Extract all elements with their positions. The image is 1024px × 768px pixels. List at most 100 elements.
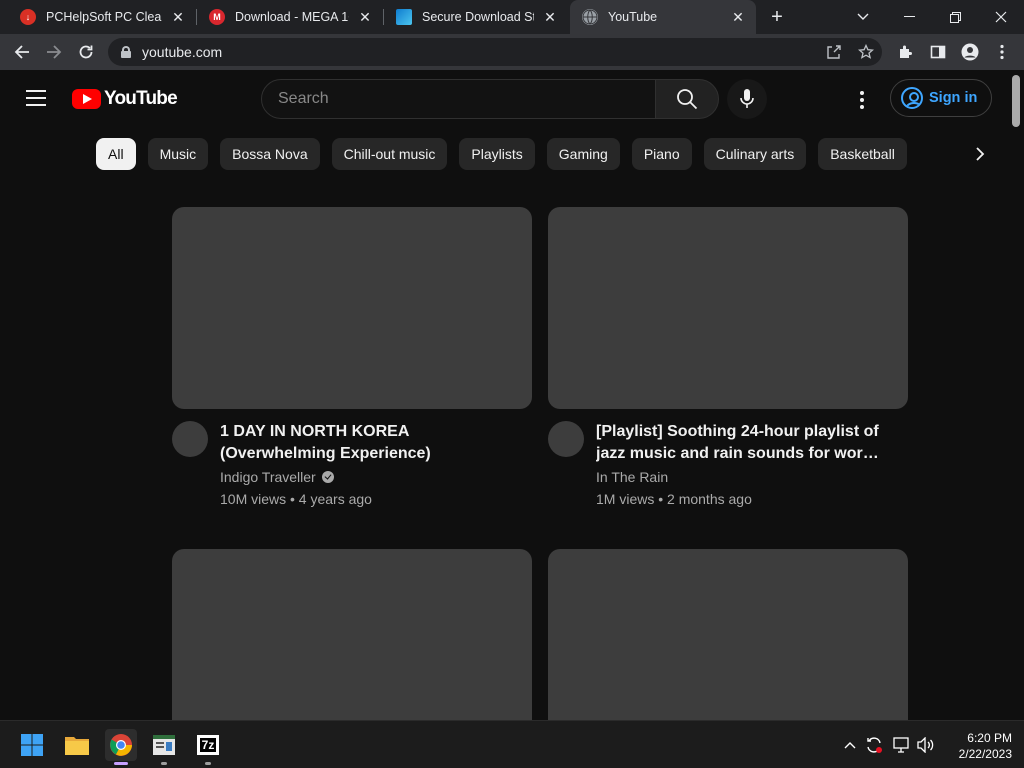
address-bar[interactable]: youtube.com	[108, 38, 882, 66]
close-icon[interactable]: ✕	[357, 9, 373, 25]
extensions-puzzle-icon[interactable]	[896, 42, 916, 62]
video-title[interactable]: [Playlist] Soothing 24-hour playlist of …	[596, 421, 886, 465]
search-icon	[677, 89, 698, 110]
chip-music[interactable]: Music	[147, 138, 209, 170]
mega-favicon-icon: M	[209, 9, 225, 25]
chips-next-chevron-icon[interactable]	[966, 138, 994, 170]
search-button[interactable]	[655, 79, 719, 119]
close-icon[interactable]: ✕	[542, 9, 558, 25]
channel-avatar[interactable]	[548, 421, 584, 457]
file-explorer-button[interactable]	[61, 729, 93, 761]
youtube-logo-text: YouTube	[104, 88, 178, 109]
tab-secure-download[interactable]: Secure Download Storage ✕	[384, 0, 568, 34]
page-scrollbar[interactable]	[1012, 75, 1020, 127]
chip-all[interactable]: All	[96, 138, 136, 170]
settings-more-icon[interactable]	[850, 88, 874, 112]
folder-icon	[65, 737, 89, 755]
sign-in-button[interactable]: Sign in	[890, 79, 992, 117]
clock-time: 6:20 PM	[967, 731, 1012, 745]
running-app-indicator	[205, 762, 211, 765]
video-stats: 1M views • 2 months ago	[596, 491, 752, 507]
video-channel[interactable]: In The Rain	[596, 469, 886, 485]
voice-search-button[interactable]	[727, 79, 767, 119]
address-url: youtube.com	[142, 44, 223, 60]
tab-search-chevron-icon[interactable]	[840, 0, 886, 34]
chip-gaming[interactable]: Gaming	[546, 138, 620, 170]
microphone-icon	[740, 89, 754, 108]
account-icon	[901, 87, 923, 109]
app-window-icon	[153, 735, 175, 755]
7zip-label: 7z	[199, 738, 217, 752]
video-channel[interactable]: Indigo Traveller	[220, 469, 510, 485]
video-card[interactable]	[172, 549, 532, 720]
video-thumbnail[interactable]	[172, 549, 532, 720]
volume-icon[interactable]	[916, 735, 936, 755]
browser-tab-strip: ↓ PCHelpSoft PC Cleaner ✕ M Download - M…	[0, 0, 1024, 34]
system-clock[interactable]: 6:20 PM 2/22/2023	[942, 730, 1012, 762]
running-app-indicator	[161, 762, 167, 765]
chrome-icon	[110, 734, 132, 756]
reload-button[interactable]	[74, 40, 98, 64]
search-input[interactable]	[278, 90, 655, 108]
chip-basketball[interactable]: Basketball	[818, 138, 907, 170]
7zip-icon: 7z	[197, 735, 219, 755]
app-window-button[interactable]	[148, 729, 180, 765]
close-icon[interactable]: ✕	[730, 9, 746, 25]
close-icon[interactable]: ✕	[170, 9, 186, 25]
video-thumbnail[interactable]	[548, 549, 908, 720]
share-icon[interactable]	[826, 44, 842, 60]
video-card[interactable]: [Playlist] Soothing 24-hour playlist of …	[548, 207, 908, 507]
channel-name[interactable]: Indigo Traveller	[220, 469, 316, 485]
tab-title: PCHelpSoft PC Cleaner	[46, 10, 162, 24]
back-button[interactable]	[10, 40, 34, 64]
network-icon[interactable]	[891, 735, 911, 755]
search-box[interactable]	[261, 79, 656, 119]
chip-playlists[interactable]: Playlists	[459, 138, 535, 170]
minimize-button[interactable]	[886, 0, 932, 34]
active-app-indicator	[114, 762, 128, 765]
download-favicon-icon: ↓	[20, 9, 36, 25]
tab-mega[interactable]: M Download - MEGA 16% ✕	[197, 0, 383, 34]
lock-icon[interactable]	[121, 46, 131, 58]
tab-pchelpsoft[interactable]: ↓ PCHelpSoft PC Cleaner ✕	[8, 0, 196, 34]
chrome-taskbar-button[interactable]	[105, 729, 137, 765]
video-card[interactable]: 1 DAY IN NORTH KOREA (Overwhelming Exper…	[172, 207, 532, 507]
close-window-button[interactable]	[978, 0, 1024, 34]
youtube-page: YouTube Sign in All Music Bossa Nova Chi…	[0, 70, 1024, 720]
tab-title: Secure Download Storage	[422, 10, 534, 24]
verified-badge-icon	[321, 471, 334, 483]
storage-favicon-icon	[396, 9, 412, 25]
side-panel-icon[interactable]	[928, 42, 948, 62]
tab-youtube[interactable]: YouTube ✕	[570, 0, 756, 34]
chip-chill-out-music[interactable]: Chill-out music	[331, 138, 448, 170]
video-thumbnail[interactable]	[172, 207, 532, 409]
sign-in-label: Sign in	[929, 90, 978, 106]
filter-chips-bar: All Music Bossa Nova Chill-out music Pla…	[96, 138, 907, 170]
restore-button[interactable]	[932, 0, 978, 34]
bookmark-star-icon[interactable]	[858, 44, 874, 60]
video-title[interactable]: 1 DAY IN NORTH KOREA (Overwhelming Exper…	[220, 421, 510, 465]
show-hidden-icons-chevron-icon[interactable]	[840, 735, 860, 755]
windows-taskbar: 7z 6:20 PM 2/22/2023	[0, 720, 1024, 768]
channel-avatar[interactable]	[172, 421, 208, 457]
start-button[interactable]	[16, 729, 48, 761]
globe-favicon-icon	[582, 9, 598, 25]
youtube-logo[interactable]: YouTube	[72, 88, 178, 110]
chip-piano[interactable]: Piano	[631, 138, 692, 170]
7zip-button[interactable]: 7z	[192, 729, 224, 765]
new-tab-button[interactable]: +	[765, 5, 789, 29]
sync-update-icon[interactable]	[864, 735, 884, 755]
windows-logo-icon	[21, 734, 43, 756]
clock-date: 2/22/2023	[958, 747, 1012, 761]
chip-bossa-nova[interactable]: Bossa Nova	[220, 138, 320, 170]
youtube-play-icon	[72, 89, 101, 109]
video-thumbnail[interactable]	[548, 207, 908, 409]
video-card[interactable]	[548, 549, 908, 720]
chip-culinary-arts[interactable]: Culinary arts	[703, 138, 807, 170]
tab-title: YouTube	[608, 10, 658, 24]
profile-icon[interactable]	[960, 42, 980, 62]
channel-name[interactable]: In The Rain	[596, 469, 668, 485]
chrome-menu-icon[interactable]	[992, 42, 1012, 62]
guide-menu-icon[interactable]	[26, 90, 46, 106]
forward-button[interactable]	[42, 40, 66, 64]
